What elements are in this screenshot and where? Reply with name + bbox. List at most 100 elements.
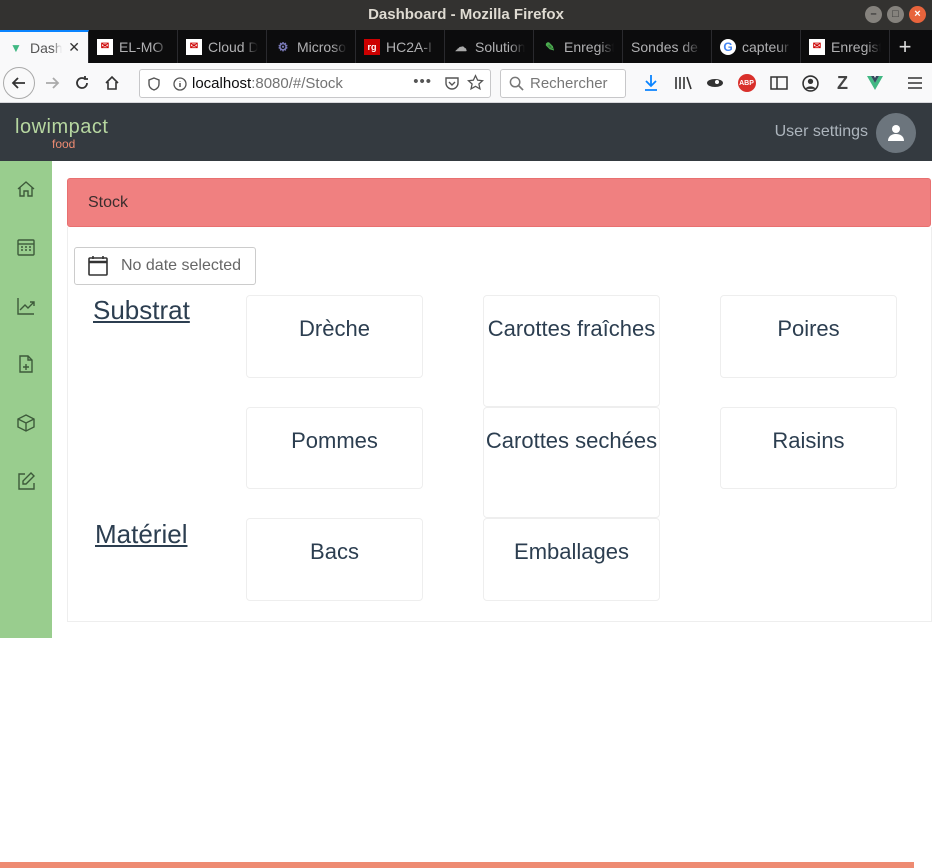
account-icon [802, 74, 819, 92]
page-title: Stock [88, 194, 129, 211]
google-icon: G [720, 38, 736, 55]
date-label: No date selected [121, 257, 242, 274]
stock-card-dreche[interactable]: Drèche [246, 295, 423, 378]
extension-button[interactable] [700, 68, 729, 98]
vue-icon [866, 76, 883, 90]
stock-card-bacs[interactable]: Bacs [246, 518, 423, 601]
logo-sub: food [52, 137, 76, 151]
tab-enregistre[interactable]: ✎ Enregistre [534, 30, 623, 63]
window-title: Dashboard - Mozilla Firefox [368, 6, 564, 23]
downloads-button[interactable] [636, 68, 665, 98]
back-button[interactable] [3, 66, 35, 99]
tab-label: Solution [475, 38, 525, 55]
tab-label: EL-MO [119, 38, 164, 55]
stock-card-carottes-fraiches[interactable]: Carottes fraîches [483, 295, 660, 407]
account-button[interactable] [796, 68, 825, 98]
mail-icon: ✉ [97, 38, 113, 55]
user-settings-link[interactable]: User settings [775, 123, 868, 141]
app-header: lowimpact food User settings [0, 103, 932, 161]
page-title-bar: Stock [67, 178, 931, 227]
library-icon [674, 76, 692, 90]
stock-card-carottes-sechees[interactable]: Carottes sechées [483, 407, 660, 518]
stock-card-raisins[interactable]: Raisins [720, 407, 897, 489]
stock-card-pommes[interactable]: Pommes [246, 407, 423, 489]
close-tab-icon[interactable]: ✕ [68, 39, 80, 56]
tab-sondes[interactable]: Sondes de [623, 30, 712, 63]
url-bar[interactable]: localhost:8080/#/Stock ••• [139, 69, 491, 98]
search-box[interactable]: Rechercher [500, 69, 626, 98]
sidebar-item-edit[interactable] [14, 469, 38, 493]
arrow-left-icon [11, 76, 25, 89]
sidebar-item-stock[interactable] [14, 411, 38, 435]
chart-icon [17, 298, 35, 315]
calendar-icon [17, 239, 35, 256]
tab-el-mo[interactable]: ✉ EL-MO [89, 30, 178, 63]
section-title-substrat[interactable]: Substrat [93, 295, 190, 326]
section-title-materiel[interactable]: Matériel [95, 519, 187, 550]
pocket-icon[interactable] [444, 75, 460, 95]
zotero-button[interactable]: Z [828, 68, 857, 98]
rg-icon: rg [364, 38, 380, 55]
tab-label: Cloud D [208, 38, 258, 55]
tab-cloud[interactable]: ✉ Cloud D [178, 30, 267, 63]
search-icon [509, 76, 524, 91]
logo-main: lowimpact [15, 116, 109, 138]
more-actions-icon[interactable]: ••• [413, 73, 432, 90]
sidebar-item-calendar[interactable] [14, 235, 38, 259]
shield-icon[interactable] [140, 76, 168, 91]
vue-icon: ▼ [10, 40, 22, 55]
tab-label: capteur [742, 38, 789, 55]
mail-icon: ✉ [809, 38, 825, 55]
tab-hc2a[interactable]: rg HC2A-I [356, 30, 445, 63]
stock-card-emballages[interactable]: Emballages [483, 518, 660, 601]
bookmark-star-icon[interactable] [467, 74, 484, 95]
tab-bar: ▼ Dashboard ✕ ✉ EL-MO ✉ Cloud D ⚙ Micros… [0, 30, 932, 63]
tab-label: Dashboard [30, 39, 63, 56]
sidebar-item-home[interactable] [14, 177, 38, 201]
menu-button[interactable] [900, 68, 929, 98]
url-host: localhost [192, 75, 252, 92]
info-icon[interactable] [168, 76, 192, 91]
cloud-icon: ☁ [455, 39, 467, 54]
stock-panel: No date selected Substrat Matériel Drèch… [67, 227, 932, 622]
sidebar-item-stats[interactable] [14, 294, 38, 318]
sidebar [0, 161, 52, 638]
forward-button[interactable] [37, 68, 67, 98]
tab-label: Microsoft [297, 38, 347, 55]
adblock-icon: ABP [737, 74, 756, 92]
eye-icon [706, 79, 723, 87]
mail-icon: ✉ [186, 38, 202, 55]
minimize-button[interactable]: – [865, 6, 882, 23]
tab-label: Enregist [831, 38, 881, 55]
home-icon [105, 75, 119, 90]
maximize-button[interactable]: □ [887, 6, 904, 23]
tab-microsoft[interactable]: ⚙ Microsoft [267, 30, 356, 63]
file-add-icon [19, 355, 33, 373]
close-window-button[interactable]: × [909, 6, 926, 23]
stock-card-poires[interactable]: Poires [720, 295, 897, 378]
tab-enregist[interactable]: ✉ Enregist [801, 30, 890, 63]
vue-devtools-button[interactable] [860, 68, 889, 98]
reader-button[interactable] [764, 68, 793, 98]
download-icon [644, 75, 657, 91]
url-path: :8080/#/Stock [251, 75, 343, 92]
tab-capteur[interactable]: G capteur [712, 30, 801, 63]
avatar[interactable] [876, 113, 916, 153]
adblock-button[interactable]: ABP [732, 68, 761, 98]
calendar-icon [88, 256, 108, 276]
tab-solution[interactable]: ☁ Solution [445, 30, 534, 63]
home-button[interactable] [97, 68, 127, 98]
date-picker-button[interactable]: No date selected [74, 247, 256, 285]
library-button[interactable] [668, 68, 697, 98]
tab-label: Sondes de [631, 38, 698, 55]
bottom-accent-strip [0, 862, 914, 868]
user-icon [888, 125, 904, 141]
box-icon [17, 414, 35, 432]
tab-dashboard[interactable]: ▼ Dashboard ✕ [0, 30, 89, 63]
search-placeholder: Rechercher [530, 75, 608, 92]
sidebar-item-new-file[interactable] [14, 352, 38, 376]
reload-button[interactable] [67, 68, 97, 98]
app-logo[interactable]: lowimpact food [15, 116, 109, 151]
sidebar-icon [769, 76, 788, 90]
new-tab-button[interactable]: + [890, 30, 920, 63]
